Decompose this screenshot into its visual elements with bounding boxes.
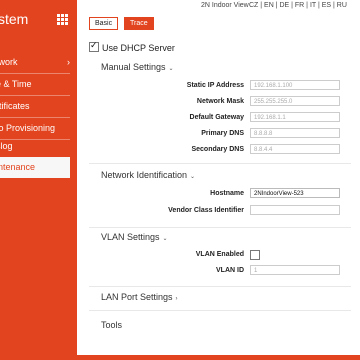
section-title: Manual Settings — [101, 62, 166, 72]
field-label: Secondary DNS — [191, 146, 244, 153]
default-gateway-input[interactable]: 192.168.1.1 — [250, 112, 340, 122]
manual-settings-header[interactable]: Manual Settings ⌄ — [101, 62, 174, 72]
tools-header[interactable]: Tools — [101, 320, 122, 330]
sidebar-item-label: slog — [0, 141, 13, 151]
vlan-enabled-checkbox[interactable] — [250, 250, 263, 261]
sidebar-edge — [70, 40, 77, 360]
divider — [89, 310, 351, 311]
vendor-class-input[interactable] — [250, 205, 340, 215]
sidebar-item-label: rtificates — [0, 101, 30, 111]
dhcp-label: Use DHCP Server — [102, 43, 175, 53]
sidebar: stem twork › e & Time rtificates to Prov… — [0, 0, 77, 360]
vlan-id-input[interactable]: 1 — [250, 265, 340, 275]
field-label: Hostname — [210, 190, 244, 197]
chevron-down-icon: ⌄ — [162, 236, 168, 242]
sidebar-item-label: e & Time — [0, 79, 32, 89]
sidebar-item-syslog[interactable]: slog — [0, 136, 70, 158]
dhcp-checkbox[interactable] — [89, 40, 99, 52]
hostname-input[interactable]: 2NIndoorView-523 — [250, 188, 340, 198]
network-identification-header[interactable]: Network Identification ⌄ — [101, 170, 195, 180]
section-title: stem — [0, 11, 29, 27]
app-grid-icon[interactable] — [57, 14, 68, 25]
field-label: Static IP Address — [186, 82, 244, 89]
static-ip-input[interactable]: 192.168.1.100 — [250, 80, 340, 90]
chevron-right-icon: › — [175, 296, 178, 302]
chevron-down-icon: ⌄ — [190, 174, 196, 180]
sidebar-header: stem — [0, 0, 77, 40]
field-label: VLAN ID — [216, 267, 244, 274]
sidebar-item-date-time[interactable]: e & Time — [0, 74, 70, 96]
checkbox[interactable] — [250, 250, 260, 260]
primary-dns-input[interactable]: 8.8.8.8 — [250, 128, 340, 138]
divider — [89, 227, 351, 228]
top-bar: Basic Trace 2N Indoor View CZ | EN | DE … — [77, 0, 360, 33]
field-label: Network Mask — [196, 98, 244, 105]
chevron-down-icon: ⌄ — [168, 66, 174, 72]
sidebar-item-label: twork — [0, 57, 18, 67]
section-title: Network Identification — [101, 170, 188, 180]
section-title: LAN Port Settings — [101, 292, 173, 302]
tab-trace[interactable]: Trace — [124, 17, 154, 30]
vlan-settings-header[interactable]: VLAN Settings ⌄ — [101, 232, 168, 242]
dhcp-option[interactable]: Use DHCP Server — [89, 40, 175, 53]
secondary-dns-input[interactable]: 8.8.4.4 — [250, 144, 340, 154]
sidebar-item-label: intenance — [0, 162, 36, 172]
field-label: Primary DNS — [201, 130, 244, 137]
section-title: Tools — [101, 320, 123, 330]
divider — [89, 163, 351, 164]
sidebar-item-maintenance[interactable]: intenance — [0, 157, 70, 178]
field-label: Default Gateway — [189, 114, 244, 121]
lan-port-settings-header[interactable]: LAN Port Settings › — [101, 292, 178, 302]
tab-basic[interactable]: Basic — [89, 17, 119, 30]
divider — [89, 286, 351, 287]
sidebar-item-network[interactable]: twork › — [0, 52, 70, 74]
bottom-bar — [0, 355, 360, 360]
field-label: VLAN Enabled — [195, 251, 244, 258]
network-mask-input[interactable]: 255.255.255.0 — [250, 96, 340, 106]
sidebar-item-certificates[interactable]: rtificates — [0, 96, 70, 118]
language-selector[interactable]: CZ | EN | DE | FR | IT | ES | RU — [249, 2, 347, 9]
field-label: Vendor Class Identifier — [168, 207, 244, 214]
section-title: VLAN Settings — [101, 232, 160, 242]
main-content: Use DHCP Server Manual Settings⌄ Static … — [77, 33, 360, 360]
device-name: 2N Indoor View — [201, 2, 249, 9]
